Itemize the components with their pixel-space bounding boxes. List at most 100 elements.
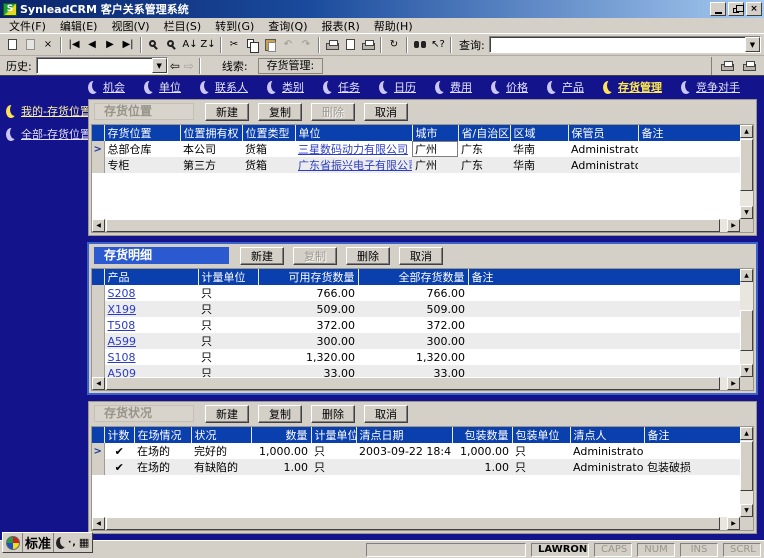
scroll-left-icon[interactable]: ◀ bbox=[92, 517, 105, 530]
soft-keyboard-icon[interactable]: ▦ bbox=[79, 537, 89, 548]
binoculars-find-icon[interactable] bbox=[411, 36, 429, 54]
column-header[interactable]: 清点人 bbox=[569, 427, 644, 443]
record-selector[interactable] bbox=[92, 333, 105, 349]
column-header[interactable]: 区域 bbox=[509, 125, 568, 141]
history-input[interactable] bbox=[36, 59, 152, 72]
edit-record-icon[interactable] bbox=[21, 36, 39, 54]
back-arrow-icon[interactable]: ⇦ bbox=[170, 60, 180, 72]
cell[interactable]: S208 bbox=[104, 285, 198, 301]
tab-item[interactable]: 费用 bbox=[435, 79, 472, 95]
horizontal-scrollbar[interactable]: ◀ ▶ bbox=[92, 517, 740, 530]
help-pointer-icon[interactable]: ↖? bbox=[429, 36, 447, 54]
cell[interactable]: 766.00 bbox=[258, 285, 358, 301]
v-scrollbar-thumb[interactable] bbox=[740, 310, 753, 352]
print-list-icon[interactable] bbox=[740, 57, 758, 75]
scroll-left-icon[interactable]: ◀ bbox=[92, 219, 105, 232]
tab-active[interactable]: 存货管理 bbox=[603, 79, 662, 95]
company-link[interactable]: 广东省振兴电子有限公司 bbox=[298, 159, 412, 172]
cancel-button[interactable]: 取消 bbox=[399, 246, 443, 265]
scroll-right-icon[interactable]: ▶ bbox=[727, 517, 740, 530]
half-full-width-moon-icon[interactable] bbox=[56, 536, 67, 549]
next-record-icon[interactable]: ▶ bbox=[101, 36, 119, 54]
vertical-scrollbar[interactable]: ▲ ▼ bbox=[740, 269, 753, 377]
scroll-right-icon[interactable]: ▶ bbox=[727, 377, 740, 390]
table-row[interactable]: 专柜第三方货箱广东省振兴电子有限公司广州广东华南Administrator bbox=[92, 157, 740, 173]
cell[interactable] bbox=[468, 333, 740, 349]
minimize-button[interactable] bbox=[710, 2, 726, 16]
cell[interactable]: 第三方 bbox=[180, 157, 242, 173]
cell[interactable]: 372.00 bbox=[358, 317, 468, 333]
table-row[interactable]: T508 只 372.00 372.00 bbox=[92, 317, 740, 333]
new-record-icon[interactable] bbox=[3, 36, 21, 54]
cell[interactable]: 只 bbox=[198, 333, 258, 349]
company-link[interactable]: 三星数码动力有限公司 bbox=[298, 143, 408, 156]
punctuation-icon[interactable]: ·, bbox=[68, 538, 77, 548]
cell[interactable]: 华南 bbox=[510, 157, 568, 173]
cell[interactable]: 只 bbox=[198, 301, 258, 317]
sidebar-item[interactable]: 我的-存货位置 bbox=[6, 103, 91, 119]
cell[interactable]: T508 bbox=[104, 317, 198, 333]
column-header[interactable]: 数量 bbox=[250, 427, 311, 443]
menu-item[interactable]: 视图(V) bbox=[106, 18, 154, 34]
cell[interactable]: 372.00 bbox=[258, 317, 358, 333]
cell[interactable]: 只 bbox=[311, 443, 356, 459]
vertical-scrollbar[interactable]: ▲ ▼ bbox=[740, 125, 753, 219]
undo-icon[interactable]: ↶ bbox=[279, 36, 297, 54]
table-row[interactable]: S208 只 766.00 766.00 bbox=[92, 285, 740, 301]
v-scrollbar-thumb[interactable] bbox=[740, 441, 753, 491]
horizontal-scrollbar[interactable]: ◀ ▶ bbox=[92, 377, 740, 390]
table-row[interactable]: >总部仓库本公司货箱三星数码动力有限公司广州广东华南Administrator bbox=[92, 141, 740, 157]
menu-item[interactable]: 栏目(S) bbox=[159, 18, 207, 34]
horizontal-scrollbar[interactable]: ◀ ▶ bbox=[92, 219, 740, 232]
cell[interactable]: 1,320.00 bbox=[258, 349, 358, 365]
column-header[interactable]: 清点日期 bbox=[355, 427, 452, 443]
query-combobox[interactable]: ▼ bbox=[488, 36, 761, 53]
export-page-icon[interactable] bbox=[341, 36, 359, 54]
delete-record-icon[interactable]: × bbox=[39, 36, 57, 54]
cell[interactable]: 广东 bbox=[458, 141, 510, 157]
cell[interactable]: 509.00 bbox=[358, 301, 468, 317]
cell[interactable]: X199 bbox=[104, 301, 198, 317]
cell[interactable]: 包装破损 bbox=[644, 459, 740, 475]
scroll-left-icon[interactable]: ◀ bbox=[92, 377, 105, 390]
copy-button[interactable]: 复制 bbox=[258, 404, 302, 423]
column-header[interactable]: 位置类型 bbox=[241, 125, 295, 141]
previous-record-icon[interactable]: ◀ bbox=[83, 36, 101, 54]
first-record-icon[interactable]: |◀ bbox=[65, 36, 83, 54]
close-button[interactable]: × bbox=[746, 2, 762, 16]
tab-item[interactable]: 单位 bbox=[144, 79, 181, 95]
column-header[interactable]: 备注 bbox=[643, 427, 740, 443]
sidebar-item[interactable]: 全部-存货位置 bbox=[6, 126, 91, 142]
cell[interactable]: 1,000.00 bbox=[452, 443, 512, 459]
column-header[interactable]: 产品 bbox=[103, 269, 198, 285]
table-row[interactable]: X199 只 509.00 509.00 bbox=[92, 301, 740, 317]
cell[interactable]: 总部仓库 bbox=[104, 141, 180, 157]
print-record-icon[interactable] bbox=[718, 57, 736, 75]
record-selector[interactable] bbox=[92, 157, 105, 173]
record-selector[interactable] bbox=[92, 349, 105, 365]
find-window-icon[interactable] bbox=[163, 36, 181, 54]
cell[interactable]: 三星数码动力有限公司 bbox=[295, 141, 412, 157]
record-selector[interactable] bbox=[92, 459, 105, 475]
h-scrollbar-thumb[interactable] bbox=[106, 377, 720, 390]
cancel-button[interactable]: 取消 bbox=[364, 404, 408, 423]
cell[interactable]: Administrator bbox=[568, 157, 638, 173]
restore-button[interactable] bbox=[728, 2, 744, 16]
find-icon[interactable] bbox=[145, 36, 163, 54]
cell[interactable]: 1,320.00 bbox=[358, 349, 468, 365]
tab-item[interactable]: 类别 bbox=[267, 79, 304, 95]
cell[interactable]: 2003-09-22 18:47 bbox=[356, 443, 452, 459]
cell[interactable]: Administrator bbox=[570, 443, 644, 459]
cell[interactable] bbox=[468, 349, 740, 365]
cell[interactable]: 509.00 bbox=[258, 301, 358, 317]
vertical-scrollbar[interactable]: ▲ ▼ bbox=[740, 427, 753, 517]
column-header[interactable]: 包装数量 bbox=[451, 427, 512, 443]
cell[interactable] bbox=[644, 443, 740, 459]
paste-icon[interactable] bbox=[261, 36, 279, 54]
record-selector[interactable]: > bbox=[92, 443, 105, 459]
cell[interactable]: 在场的 bbox=[134, 459, 191, 475]
tab-item[interactable]: 竞争对手 bbox=[681, 79, 740, 95]
cell[interactable]: S108 bbox=[104, 349, 198, 365]
record-selector[interactable]: > bbox=[92, 141, 105, 157]
tab-item[interactable]: 日历 bbox=[379, 79, 416, 95]
